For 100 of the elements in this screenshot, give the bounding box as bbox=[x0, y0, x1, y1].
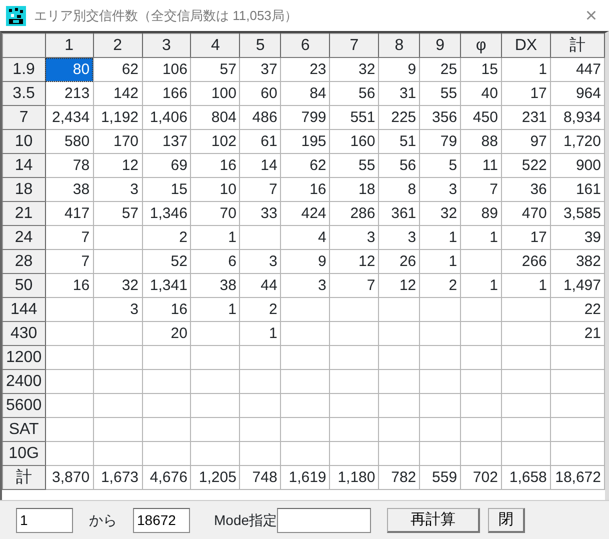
table-cell: 3,870 bbox=[45, 466, 94, 490]
mode-field[interactable] bbox=[277, 508, 372, 532]
table-cell: 1,658 bbox=[501, 466, 550, 490]
from-field[interactable]: 1 bbox=[16, 508, 73, 532]
table-cell: 44 bbox=[240, 274, 281, 298]
table-cell: 14 bbox=[240, 154, 281, 178]
close-button[interactable]: × bbox=[581, 6, 601, 26]
table-cell: 55 bbox=[330, 154, 379, 178]
table-cell: 470 bbox=[501, 202, 550, 226]
table-cell: 6 bbox=[190, 250, 240, 274]
row-header: 10G bbox=[2, 442, 46, 466]
table-cell: 5 bbox=[420, 154, 461, 178]
table-cell: 69 bbox=[142, 154, 191, 178]
table-cell: 1 bbox=[240, 322, 281, 346]
table-cell: 17 bbox=[501, 82, 550, 106]
table-cell: 7 bbox=[330, 274, 379, 298]
table-cell: 213 bbox=[45, 82, 94, 106]
table-cell: 782 bbox=[378, 466, 420, 490]
from-label: から bbox=[89, 510, 117, 530]
table-cell: 231 bbox=[501, 106, 550, 130]
table-cell: 12 bbox=[378, 274, 420, 298]
table-cell: 1,192 bbox=[93, 106, 142, 130]
table-cell: 286 bbox=[330, 202, 379, 226]
recalculate-button[interactable]: 再計算 bbox=[387, 508, 480, 532]
table-cell: 424 bbox=[280, 202, 330, 226]
row-header: 7 bbox=[2, 106, 46, 130]
table-cell: 1,180 bbox=[330, 466, 379, 490]
table-cell: 3 bbox=[240, 250, 281, 274]
column-header: 6 bbox=[280, 34, 330, 58]
to-field[interactable]: 18672 bbox=[133, 508, 190, 532]
table-cell: 3,585 bbox=[550, 202, 604, 226]
table-cell: 1 bbox=[460, 226, 502, 250]
row-header: 21 bbox=[2, 202, 46, 226]
table-cell: 61 bbox=[240, 130, 281, 154]
table-cell: 36 bbox=[501, 178, 550, 202]
table-cell: 11 bbox=[460, 154, 502, 178]
table-cell: 79 bbox=[420, 130, 461, 154]
selected-cell[interactable]: 80 bbox=[45, 58, 94, 82]
table-cell: 1 bbox=[501, 274, 550, 298]
table-cell: 361 bbox=[378, 202, 420, 226]
table-cell: 57 bbox=[190, 58, 240, 82]
table-cell: 559 bbox=[420, 466, 461, 490]
table-cell: 10 bbox=[190, 178, 240, 202]
table-cell: 356 bbox=[420, 106, 461, 130]
table-cell: 4 bbox=[280, 226, 330, 250]
table-cell: 97 bbox=[501, 130, 550, 154]
table-cell: 900 bbox=[550, 154, 604, 178]
table-cell: 1 bbox=[420, 250, 461, 274]
table-cell: 2,434 bbox=[45, 106, 94, 130]
table-cell: 3 bbox=[93, 178, 142, 202]
column-header: 1 bbox=[45, 34, 94, 58]
table-cell: 1 bbox=[420, 226, 461, 250]
row-header: 50 bbox=[2, 274, 46, 298]
table-cell: 450 bbox=[460, 106, 502, 130]
table-cell: 3 bbox=[420, 178, 461, 202]
table-cell: 1 bbox=[460, 274, 502, 298]
table-cell: 39 bbox=[550, 226, 604, 250]
close-dialog-button[interactable]: 閉 bbox=[488, 508, 526, 532]
row-header: 5600 bbox=[2, 394, 46, 418]
row-header: 144 bbox=[2, 298, 46, 322]
table-cell: 2 bbox=[240, 298, 281, 322]
row-header: 3.5 bbox=[2, 82, 46, 106]
row-header: 1.9 bbox=[2, 58, 46, 82]
table-cell: 40 bbox=[460, 82, 502, 106]
table-cell: 62 bbox=[280, 154, 330, 178]
table-cell: 1,497 bbox=[550, 274, 604, 298]
table-cell: 84 bbox=[280, 82, 330, 106]
column-header: 2 bbox=[93, 34, 142, 58]
table-cell: 51 bbox=[378, 130, 420, 154]
table-cell: 33 bbox=[240, 202, 281, 226]
column-header: DX bbox=[501, 34, 550, 58]
table-cell: 15 bbox=[142, 178, 191, 202]
table-cell: 9 bbox=[378, 58, 420, 82]
table-cell: 486 bbox=[240, 106, 281, 130]
table-cell: 56 bbox=[330, 82, 379, 106]
table-cell: 7 bbox=[460, 178, 502, 202]
table-cell: 18 bbox=[330, 178, 379, 202]
row-header: 28 bbox=[2, 250, 46, 274]
table-cell: 12 bbox=[330, 250, 379, 274]
table-cell: 2 bbox=[420, 274, 461, 298]
table-cell: 52 bbox=[142, 250, 191, 274]
table-cell: 1,205 bbox=[190, 466, 240, 490]
table-cell: 1,619 bbox=[280, 466, 330, 490]
table-cell: 31 bbox=[378, 82, 420, 106]
table-cell: 964 bbox=[550, 82, 604, 106]
table-cell: 9 bbox=[280, 250, 330, 274]
table-cell: 78 bbox=[45, 154, 94, 178]
table-cell: 195 bbox=[280, 130, 330, 154]
table-cell: 70 bbox=[190, 202, 240, 226]
app-icon bbox=[6, 6, 26, 26]
column-header: φ bbox=[460, 34, 502, 58]
column-header: 7 bbox=[330, 34, 379, 58]
table-cell: 702 bbox=[460, 466, 502, 490]
table-cell: 26 bbox=[378, 250, 420, 274]
table-cell: 8 bbox=[378, 178, 420, 202]
row-header: 24 bbox=[2, 226, 46, 250]
column-header: 8 bbox=[378, 34, 420, 58]
table-cell: 551 bbox=[330, 106, 379, 130]
table-cell: 170 bbox=[93, 130, 142, 154]
table-cell: 382 bbox=[550, 250, 604, 274]
